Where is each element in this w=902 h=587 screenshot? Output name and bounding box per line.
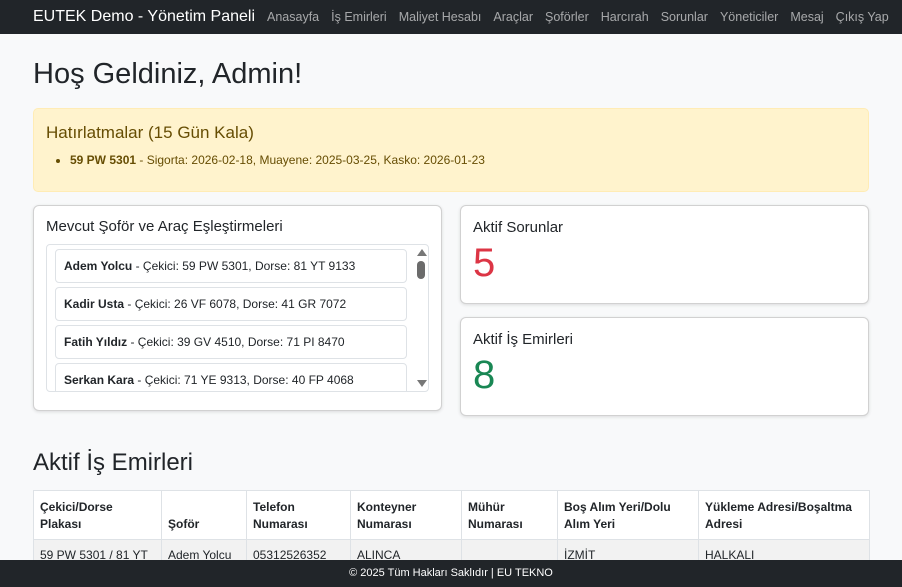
- list-item: Serkan Kara - Çekici: 71 YE 9313, Dorse:…: [55, 363, 407, 391]
- nav-link-araclar[interactable]: Araçlar: [493, 10, 533, 24]
- active-issues-count: 5: [473, 241, 496, 285]
- col-header-container: Konteyner Numarası: [350, 490, 462, 540]
- orders-table: Çekici/Dorse Plakası Şoför Telefon Numar…: [33, 490, 870, 570]
- reminder-item: 59 PW 5301 - Sigorta: 2026-02-18, Muayen…: [70, 153, 856, 167]
- reminders-title: Hatırlatmalar (15 Gün Kala): [46, 123, 254, 142]
- active-orders-card: Aktif İş Emirleri 8: [460, 317, 869, 416]
- list-item: Kadir Usta - Çekici: 26 VF 6078, Dorse: …: [55, 287, 407, 321]
- pairing-driver: Serkan Kara: [64, 373, 135, 387]
- pairings-card: Mevcut Şoför ve Araç Eşleştirmeleri Adem…: [33, 205, 442, 411]
- scroll-thumb[interactable]: [417, 261, 425, 279]
- brand[interactable]: EUTEK Demo - Yönetim Paneli: [33, 8, 255, 26]
- list-item: Fatih Yıldız - Çekici: 39 GV 4510, Dorse…: [55, 325, 407, 359]
- footer: © 2025 Tüm Hakları Saklıdır | EU TEKNO: [0, 560, 902, 587]
- nav-link-is-emirleri[interactable]: İş Emirleri: [331, 10, 387, 24]
- col-header-seal: Mühür Numarası: [461, 490, 558, 540]
- active-issues-card: Aktif Sorunlar 5: [460, 205, 869, 304]
- col-header-address: Yükleme Adresi/Boşaltma Adresi: [698, 490, 870, 540]
- col-header-plate: Çekici/Dorse Plakası: [33, 490, 162, 540]
- reminders-list: 59 PW 5301 - Sigorta: 2026-02-18, Muayen…: [70, 153, 856, 167]
- pairings-scrollbar[interactable]: [414, 245, 428, 391]
- top-navbar: EUTEK Demo - Yönetim Paneli Anasayfa İş …: [0, 0, 902, 34]
- pairing-driver: Adem Yolcu: [64, 259, 133, 273]
- pairing-details: - Çekici: 26 VF 6078, Dorse: 41 GR 7072: [124, 297, 347, 311]
- nav-link-sorunlar[interactable]: Sorunlar: [661, 10, 708, 24]
- scroll-down-arrow-icon[interactable]: [417, 380, 427, 387]
- dashboard-row: Mevcut Şoför ve Araç Eşleştirmeleri Adem…: [33, 205, 869, 416]
- active-orders-count: 8: [473, 353, 496, 397]
- pairing-details: - Çekici: 39 GV 4510, Dorse: 71 PI 8470: [127, 335, 345, 349]
- pairing-details: - Çekici: 59 PW 5301, Dorse: 81 YT 9133: [132, 259, 356, 273]
- nav-link-yoneticiler[interactable]: Yöneticiler: [720, 10, 778, 24]
- table-header-row: Çekici/Dorse Plakası Şoför Telefon Numar…: [33, 490, 870, 540]
- nav-link-harcirah[interactable]: Harcırah: [601, 10, 649, 24]
- scroll-up-arrow-icon[interactable]: [417, 249, 427, 256]
- active-issues-label: Aktif Sorunlar: [473, 219, 564, 236]
- nav-link-mesaj[interactable]: Mesaj: [790, 10, 823, 24]
- reminder-plate: 59 PW 5301: [70, 153, 137, 167]
- nav-link-maliyet-hesabi[interactable]: Maliyet Hesabı: [399, 10, 482, 24]
- pairing-driver: Kadir Usta: [64, 297, 125, 311]
- page-title: Hoş Geldiniz, Admin!: [33, 58, 303, 90]
- reminders-alert: Hatırlatmalar (15 Gün Kala) 59 PW 5301 -…: [33, 108, 869, 192]
- nav-link-cikis-yap[interactable]: Çıkış Yap: [836, 10, 889, 24]
- nav-links: Anasayfa İş Emirleri Maliyet Hesabı Araç…: [255, 0, 902, 34]
- col-header-driver: Şoför: [161, 490, 247, 540]
- active-orders-label: Aktif İş Emirleri: [473, 331, 574, 348]
- pairings-list[interactable]: Adem Yolcu - Çekici: 59 PW 5301, Dorse: …: [46, 244, 429, 392]
- nav-link-anasayfa[interactable]: Anasayfa: [267, 10, 319, 24]
- col-header-phone: Telefon Numarası: [246, 490, 351, 540]
- pairing-details: - Çekici: 71 YE 9313, Dorse: 40 FP 4068: [134, 373, 354, 387]
- main-content: Hoş Geldiniz, Admin! Hatırlatmalar (15 G…: [0, 56, 902, 570]
- reminder-details: - Sigorta: 2026-02-18, Muayene: 2025-03-…: [136, 153, 485, 167]
- col-header-pickup: Boş Alım Yeri/Dolu Alım Yeri: [557, 490, 699, 540]
- pairing-driver: Fatih Yıldız: [64, 335, 128, 349]
- orders-section-title: Aktif İş Emirleri: [33, 449, 194, 476]
- list-item: Adem Yolcu - Çekici: 59 PW 5301, Dorse: …: [55, 249, 407, 283]
- nav-link-soforler[interactable]: Şoförler: [545, 10, 589, 24]
- pairings-title: Mevcut Şoför ve Araç Eşleştirmeleri: [46, 218, 283, 235]
